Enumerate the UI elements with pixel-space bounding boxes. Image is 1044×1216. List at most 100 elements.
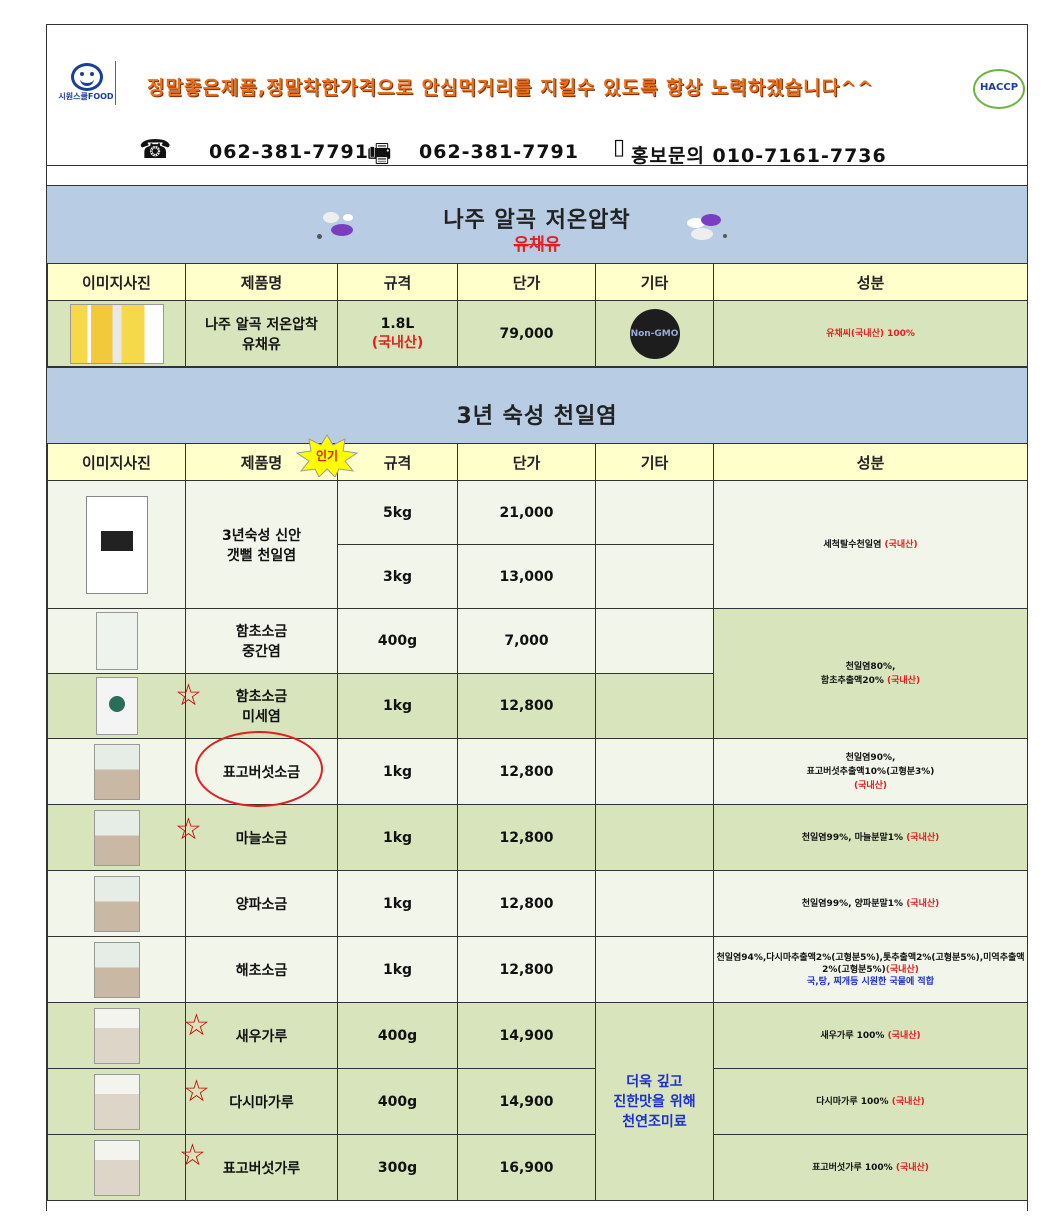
product-price: 12,800 <box>457 673 596 739</box>
col-price: 단가 <box>457 263 596 301</box>
powder-pack-image <box>93 1007 140 1064</box>
star-mark-icon: ☆ <box>179 1138 206 1173</box>
product-ingredients: 천일염94%,다시마추출액2%(고형분5%),톳추출액2%(고형분5%),미역추… <box>713 936 1028 1003</box>
smile-logo-icon <box>71 63 103 91</box>
product-etc <box>595 738 714 805</box>
product-price: 14,900 <box>457 1002 596 1069</box>
product-ingredients: 다시마가루 100% (국내산) <box>713 1068 1028 1135</box>
col-spec: 규격 <box>337 263 458 301</box>
powder-pack-image <box>93 1139 140 1196</box>
product-price: 16,900 <box>457 1134 596 1201</box>
col-name: 제품명 <box>185 263 338 301</box>
salt-pouch-image <box>95 677 138 735</box>
table-row: 양파소금 1kg 12,800 천일염99%, 양파분말1% (국내산) <box>47 870 1028 937</box>
product-spec: 400g <box>337 1068 458 1135</box>
col-ingredients: 성분 <box>713 443 1028 481</box>
product-name: 표고버섯가루 <box>185 1134 338 1201</box>
star-mark-icon: ☆ <box>183 1008 210 1043</box>
salt-bag-image <box>85 495 148 594</box>
product-price: 7,000 <box>457 608 596 674</box>
salt-pack-image <box>93 809 140 866</box>
product-etc <box>595 673 714 739</box>
salt-pack-image <box>93 941 140 998</box>
product-name: 함초소금 중간염 <box>185 608 338 674</box>
logo-text: 시원스쿨FOOD <box>58 92 114 101</box>
popular-badge-icon: 인기 <box>295 434 359 477</box>
fax-icon: 🖷 <box>367 139 392 169</box>
product-image-cell <box>47 1002 186 1069</box>
powder-pack-image <box>93 1073 140 1130</box>
col-etc: 기타 <box>595 443 714 481</box>
product-etc <box>595 608 714 674</box>
product-price: 12,800 <box>457 738 596 805</box>
table-row: 3년숙성 신안 갯뻘 천일염 5kg 21,000 세척탈수천일염 (국내산) <box>47 480 1028 609</box>
phone-number: 062-381-7791 <box>209 141 369 163</box>
product-image-cell <box>47 1068 186 1135</box>
product-name: 함초소금 미세염 <box>185 673 338 739</box>
product-image-cell <box>47 480 186 609</box>
header: 시원스쿨FOOD 정말좋은제품,정말착한가격으로 안심먹거리를 지킬수 있도록 … <box>47 25 1027 169</box>
product-image-cell <box>47 1134 186 1201</box>
seasoning-note: 더욱 깊고 진한맛을 위해 천연조미료 <box>595 1002 714 1201</box>
product-etc: Non-GMO <box>595 300 714 367</box>
product-image-cell <box>47 608 186 674</box>
price-sheet: 시원스쿨FOOD 정말좋은제품,정말착한가격으로 안심먹거리를 지킬수 있도록 … <box>46 24 1028 1211</box>
product-name: 나주 알곡 저온압착 유채유 <box>185 300 338 367</box>
mobile-contact: 홍보문의 010-7161-7736 <box>631 145 887 167</box>
product-price: 12,800 <box>457 804 596 871</box>
oil-table: 이미지사진 제품명 규격 단가 기타 성분 나주 알곡 저온압착 유채유 1.8L… <box>47 263 1028 367</box>
product-ingredients: 새우가루 100% (국내산) <box>713 1002 1028 1069</box>
salt-table-header: 이미지사진 제품명 규격 단가 기타 성분 <box>47 443 1028 481</box>
slogan: 정말좋은제품,정말착한가격으로 안심먹거리를 지킬수 있도록 항상 노력하겠습니… <box>147 77 874 99</box>
product-etc <box>595 870 714 937</box>
product-price: 13,000 <box>457 544 596 609</box>
product-name: 마늘소금 <box>185 804 338 871</box>
salt-pouch-image <box>95 612 138 670</box>
product-price: 14,900 <box>457 1068 596 1135</box>
product-name: 3년숙성 신안 갯뻘 천일염 <box>185 480 338 609</box>
salt-pack-image <box>93 743 140 800</box>
salt-pack-image <box>93 875 140 932</box>
product-ingredients: 천일염90%, 표고버섯추출액10%(고형분3%) (국내산) <box>713 738 1028 805</box>
highlight-circle <box>195 731 323 807</box>
product-ingredients: 천일염99%, 마늘분말1% (국내산) <box>713 804 1028 871</box>
product-spec: 1kg <box>337 673 458 739</box>
table-row: 해초소금 1kg 12,800 천일염94%,다시마추출액2%(고형분5%),톳… <box>47 936 1028 1003</box>
product-spec: 5kg <box>337 480 458 545</box>
section-oil-subtitle: 유채유 <box>513 235 561 255</box>
product-spec: 300g <box>337 1134 458 1201</box>
divider <box>47 165 1027 166</box>
product-spec: 3kg <box>337 544 458 609</box>
oil-table-header: 이미지사진 제품명 규격 단가 기타 성분 <box>47 263 1028 301</box>
star-mark-icon: ☆ <box>175 812 202 847</box>
star-mark-icon: ☆ <box>175 678 202 713</box>
product-price: 12,800 <box>457 870 596 937</box>
section-oil-banner: 나주 알곡 저온압착 유채유 <box>47 185 1027 264</box>
product-ingredients: 표고버섯가루 100% (국내산) <box>713 1134 1028 1201</box>
product-spec: 1kg <box>337 870 458 937</box>
col-etc: 기타 <box>595 263 714 301</box>
haccp-mark: HACCP <box>973 69 1025 109</box>
non-gmo-badge-icon: Non-GMO <box>629 308 680 359</box>
phone-icon: ☎ <box>139 135 172 165</box>
product-ingredients: 세척탈수천일염 (국내산) <box>713 480 1028 609</box>
section-salt-banner: 3년 숙성 천일염 <box>47 367 1027 444</box>
product-image-cell <box>47 804 186 871</box>
product-name: 해초소금 <box>185 936 338 1003</box>
product-image-cell <box>47 738 186 805</box>
table-row: 함초소금 중간염 400g 7,000 천일염80%, 함초추출액20% (국내산) <box>47 608 1028 739</box>
product-image-cell <box>47 870 186 937</box>
product-spec: 400g <box>337 1002 458 1069</box>
product-price: 12,800 <box>457 936 596 1003</box>
product-etc <box>595 804 714 871</box>
company-logo: 시원스쿨FOOD <box>57 61 116 105</box>
col-image: 이미지사진 <box>47 263 186 301</box>
col-price: 단가 <box>457 443 596 481</box>
product-ingredients: 유채씨(국내산) 100% <box>713 300 1028 367</box>
product-etc <box>595 936 714 1003</box>
product-etc <box>595 544 714 609</box>
product-spec: 1kg <box>337 738 458 805</box>
product-ingredients: 천일염80%, 함초추출액20% (국내산) <box>713 608 1028 739</box>
product-image-cell <box>47 673 186 739</box>
product-price: 79,000 <box>457 300 596 367</box>
